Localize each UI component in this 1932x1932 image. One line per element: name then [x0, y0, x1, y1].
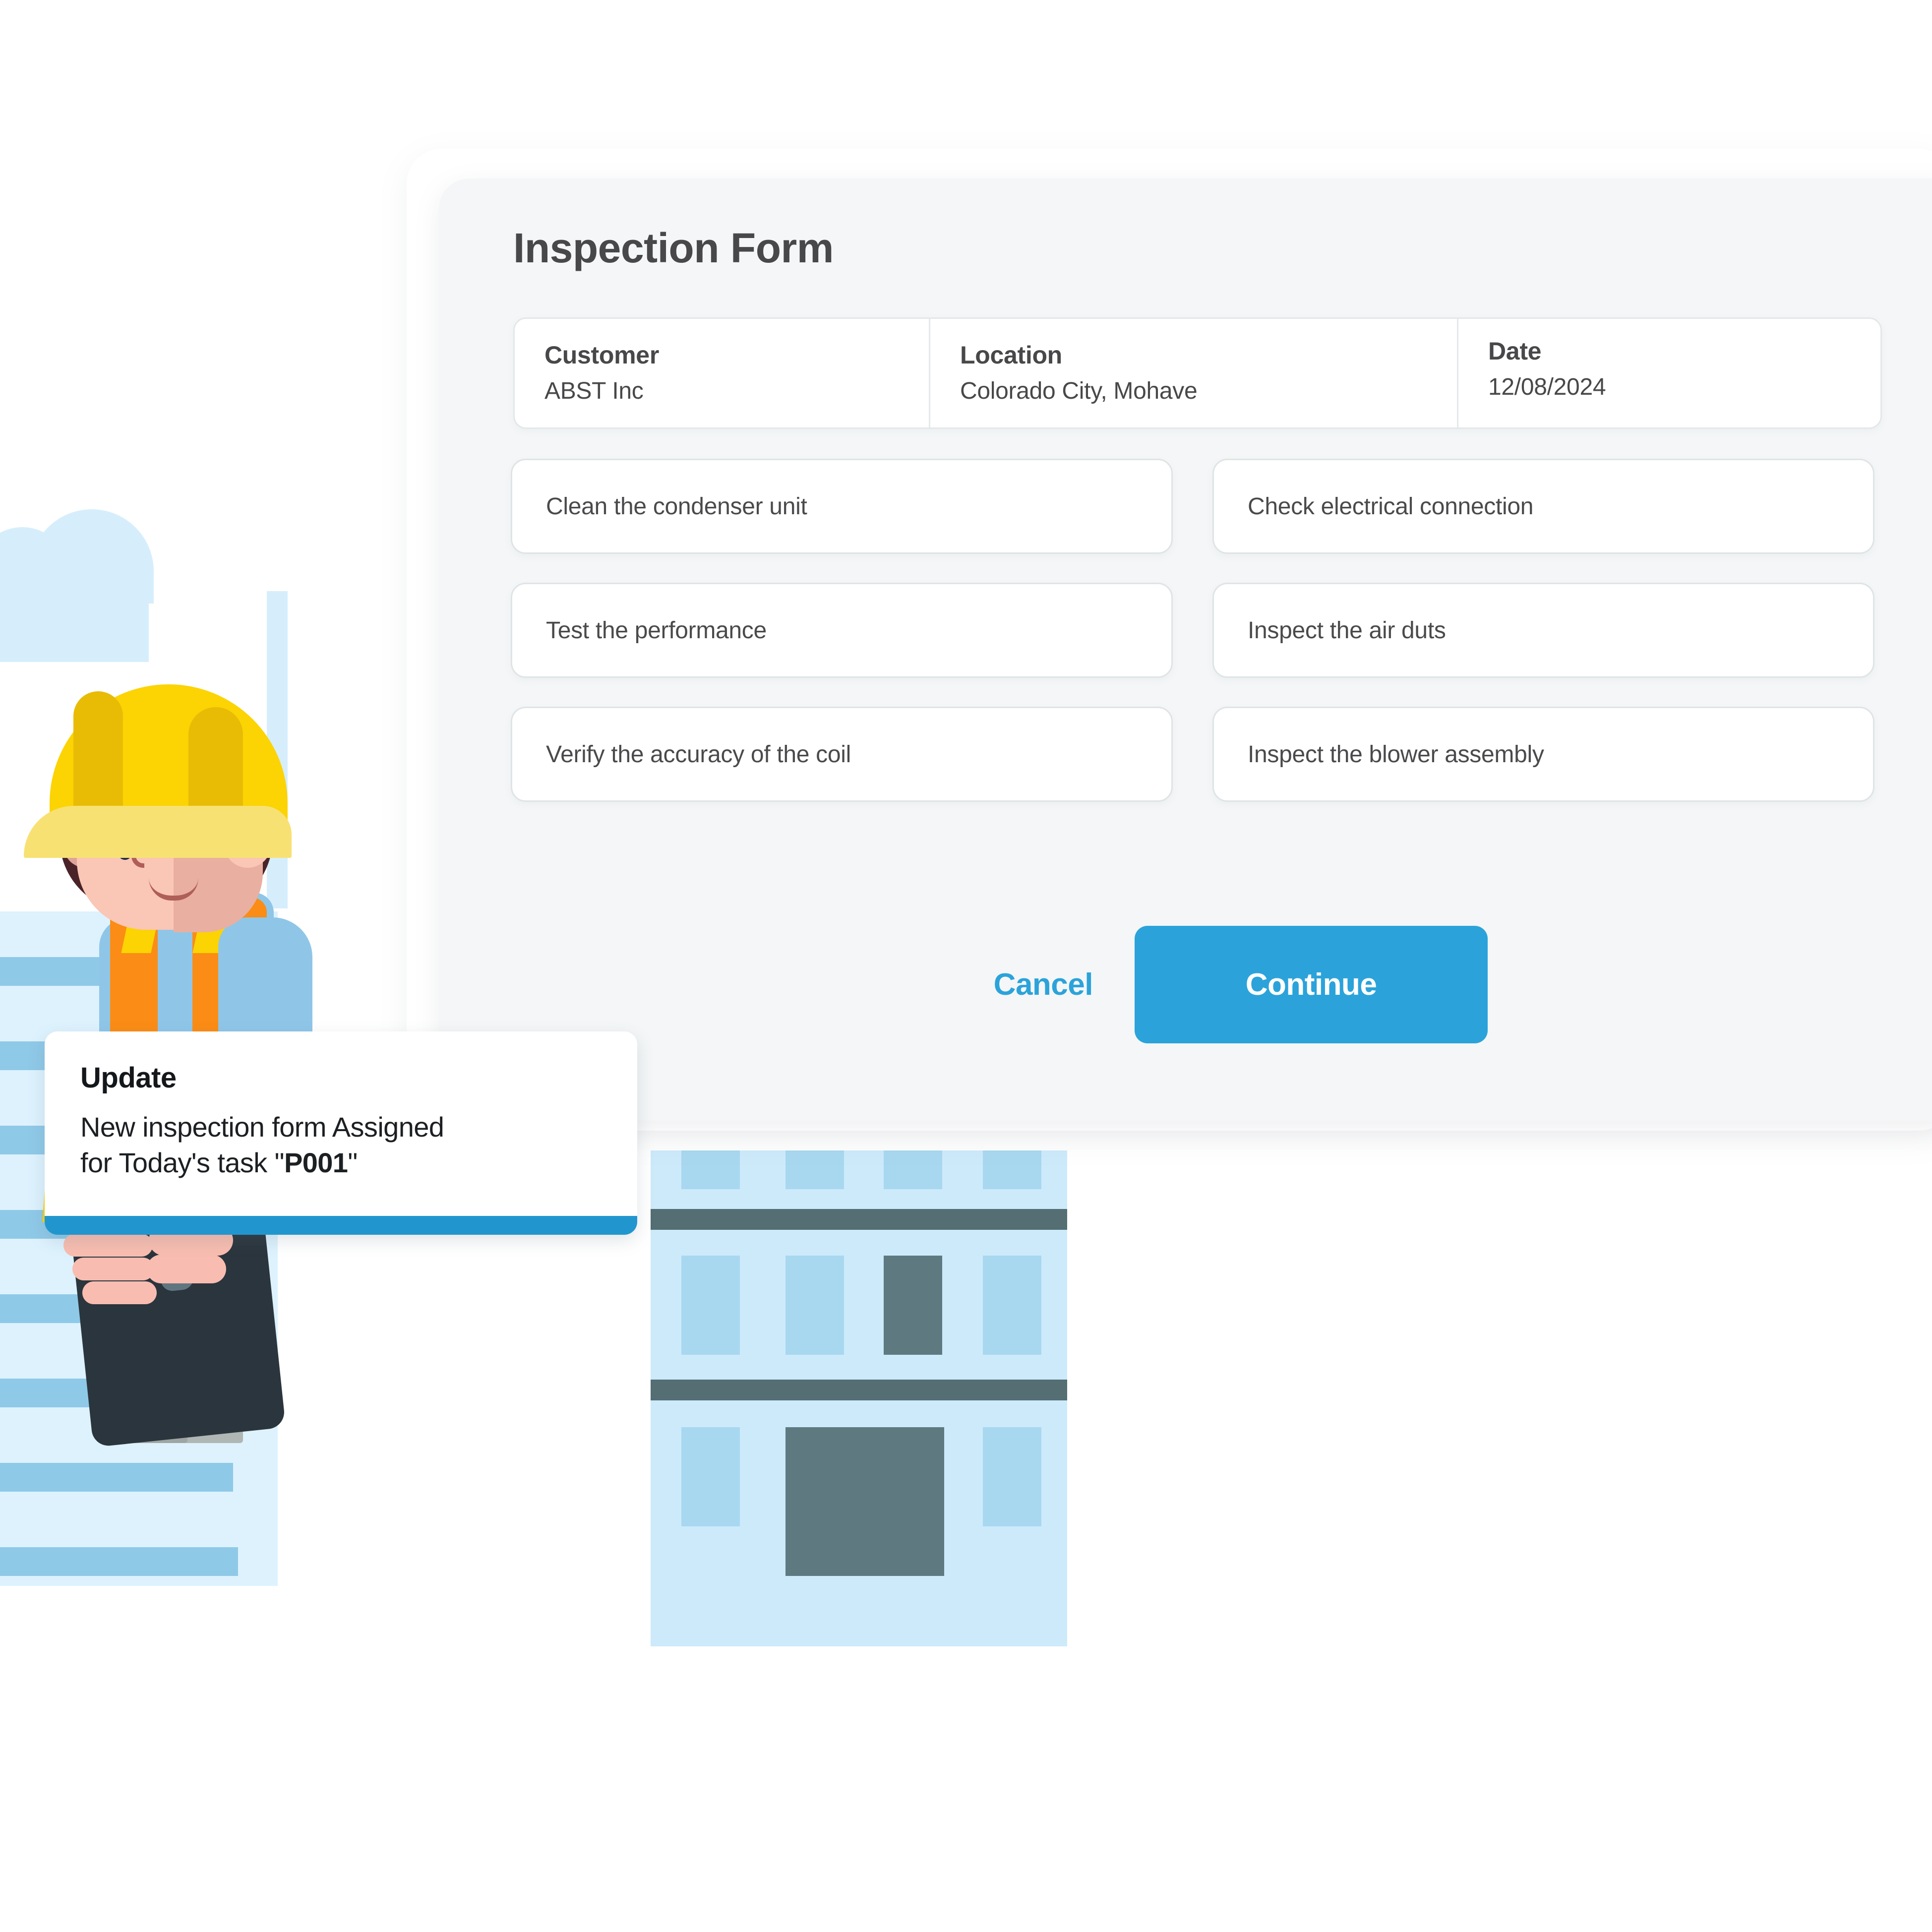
toast-accent-bar — [45, 1216, 637, 1235]
building-band — [651, 1209, 1067, 1230]
building-window — [983, 1150, 1041, 1189]
background-building — [651, 1150, 1067, 1646]
location-label: Location — [960, 341, 1062, 369]
toast-title: Update — [80, 1062, 177, 1094]
task-field-4[interactable]: Inspect the air duts — [1212, 583, 1874, 678]
toast-task-code: P001 — [284, 1147, 348, 1178]
building-window — [884, 1150, 942, 1189]
form-meta-row: Customer ABST Inc Location Colorado City… — [513, 317, 1882, 429]
building-window — [785, 1150, 844, 1189]
task-field-6[interactable]: Inspect the blower assembly — [1212, 707, 1874, 802]
hard-hat-rib — [73, 691, 123, 810]
screenshot-canvas: Inspection Form Customer ABST Inc Locati… — [0, 0, 1932, 1932]
meta-cell-date: Date 12/08/2024 — [1458, 319, 1882, 427]
date-label: Date — [1488, 337, 1542, 365]
building-window — [983, 1256, 1041, 1355]
task-field-grid: Clean the condenser unit Check electrica… — [511, 459, 1884, 802]
hard-hat-rib — [188, 707, 243, 816]
building-window — [681, 1427, 740, 1526]
toast-message-line2-prefix: for Today's task " — [80, 1147, 285, 1178]
building-door — [785, 1427, 944, 1576]
finger — [72, 1258, 154, 1280]
continue-button[interactable]: Continue — [1135, 925, 1488, 1043]
finger — [147, 1255, 226, 1283]
building-window — [785, 1256, 844, 1355]
cancel-button[interactable]: Cancel — [972, 952, 1115, 1017]
task-field-5[interactable]: Verify the accuracy of the coil — [511, 707, 1173, 802]
finger — [82, 1281, 157, 1304]
form-actions: Cancel Continue — [917, 920, 1488, 1049]
notification-toast[interactable]: Update New inspection form Assigned for … — [45, 1031, 637, 1235]
meta-cell-location: Location Colorado City, Mohave — [930, 319, 1458, 427]
meta-cell-customer: Customer ABST Inc — [515, 319, 930, 427]
customer-value: ABST Inc — [544, 378, 644, 404]
task-field-1[interactable]: Clean the condenser unit — [511, 459, 1173, 554]
cloud-shape — [0, 509, 154, 662]
date-value: 12/08/2024 — [1488, 374, 1606, 400]
toast-message-line2-suffix: " — [348, 1147, 358, 1178]
building-window — [983, 1427, 1041, 1526]
page-title: Inspection Form — [513, 225, 834, 271]
task-field-2[interactable]: Check electrical connection — [1212, 459, 1874, 554]
task-field-3[interactable]: Test the performance — [511, 583, 1173, 678]
building-window — [681, 1150, 740, 1189]
toast-body: Update New inspection form Assigned for … — [45, 1031, 637, 1180]
toast-message-line1: New inspection form Assigned — [80, 1111, 444, 1143]
building-band — [651, 1380, 1067, 1400]
finger — [63, 1234, 153, 1257]
building-dark-window — [884, 1256, 942, 1355]
building-window — [681, 1256, 740, 1355]
location-value: Colorado City, Mohave — [960, 378, 1198, 404]
hard-hat-brim — [24, 806, 292, 858]
customer-label: Customer — [544, 341, 659, 369]
toast-message: New inspection form Assigned for Today's… — [80, 1109, 605, 1180]
